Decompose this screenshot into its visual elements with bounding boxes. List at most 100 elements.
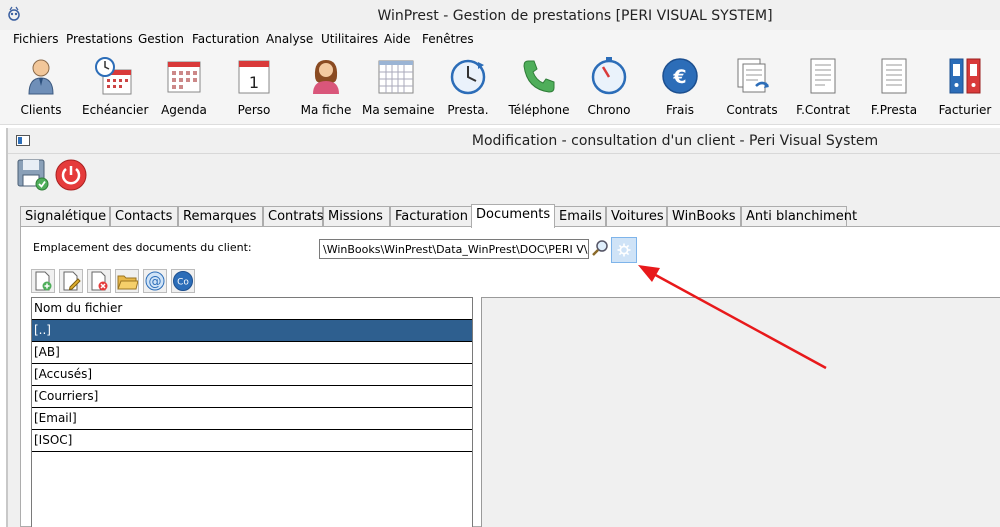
agenda-calendar-icon bbox=[167, 61, 201, 93]
co-badge-icon: Co bbox=[173, 271, 193, 291]
toolbar-echeancier-button[interactable]: Echéancier bbox=[82, 53, 149, 121]
tab-voitures[interactable]: Voitures bbox=[606, 206, 667, 227]
toolbar-f-contrat-button[interactable]: F.Contrat bbox=[796, 53, 850, 121]
calendar-clock-icon bbox=[95, 57, 132, 95]
menu-gestion[interactable]: Gestion bbox=[138, 32, 184, 46]
email-button[interactable]: @ bbox=[143, 269, 167, 293]
toolbar-label: Clients bbox=[20, 103, 62, 117]
new-document-button[interactable] bbox=[31, 269, 55, 293]
tab-facturation[interactable]: Facturation bbox=[390, 206, 473, 227]
tab-emails[interactable]: Emails bbox=[554, 206, 606, 227]
toolbar-ma-fiche-button[interactable]: Ma fiche bbox=[300, 53, 352, 121]
toolbar-perso-button[interactable]: 1 Perso bbox=[230, 53, 278, 121]
toolbar-clients-button[interactable]: Clients bbox=[18, 53, 64, 121]
woman-profile-icon bbox=[313, 60, 339, 94]
settings-button[interactable] bbox=[611, 237, 637, 263]
toolbar-label: Agenda bbox=[161, 103, 207, 117]
window-title: WinPrest - Gestion de prestations [PERI … bbox=[377, 8, 773, 24]
tab-anti-blanchiment[interactable]: Anti blanchiment bbox=[741, 206, 857, 227]
toolbar-contrats-button[interactable]: Contrats bbox=[726, 53, 778, 121]
toolbar-chrono-button[interactable]: Chrono bbox=[584, 53, 634, 121]
day-calendar-icon: 1 bbox=[238, 60, 270, 94]
client-window: Modification - consultation d'un client … bbox=[6, 128, 1000, 527]
at-sign-icon: @ bbox=[145, 271, 165, 291]
client-window-title: Modification - consultation d'un client … bbox=[471, 133, 879, 149]
menu-facturation[interactable]: Facturation bbox=[192, 32, 259, 46]
edit-document-button[interactable] bbox=[59, 269, 83, 293]
toolbar-label: Facturier bbox=[938, 103, 992, 117]
toolbar-label: Perso bbox=[237, 103, 271, 117]
tab-remarques[interactable]: Remarques bbox=[178, 206, 263, 227]
binders-icon bbox=[949, 58, 981, 94]
open-folder-button[interactable] bbox=[115, 269, 139, 293]
file-list[interactable]: Nom du fichier [..] [AB] [Accusés] [Cour… bbox=[31, 297, 473, 527]
toolbar-agenda-button[interactable]: Agenda bbox=[160, 53, 208, 121]
invoice-contract-icon bbox=[810, 58, 836, 94]
menu-bar: Fichiers Prestations Gestion Facturation… bbox=[0, 30, 1000, 49]
delete-document-button[interactable] bbox=[87, 269, 111, 293]
contract-documents-icon bbox=[737, 58, 769, 93]
documents-panel: Emplacement des documents du client: \Wi… bbox=[20, 226, 1000, 527]
tab-signaletique[interactable]: Signalétique bbox=[20, 206, 110, 227]
week-calendar-icon bbox=[378, 60, 414, 94]
delete-document-icon bbox=[91, 271, 108, 291]
file-row[interactable]: [AB] bbox=[32, 342, 472, 364]
magnifier-icon[interactable] bbox=[591, 239, 609, 257]
toolbar-label: Presta. bbox=[447, 103, 489, 117]
day-number: 1 bbox=[249, 73, 259, 92]
menu-prestations[interactable]: Prestations bbox=[66, 32, 133, 46]
menu-fichiers[interactable]: Fichiers bbox=[13, 32, 58, 46]
file-row[interactable]: [..] bbox=[32, 320, 472, 342]
window-titlebar: WinPrest - Gestion de prestations [PERI … bbox=[0, 0, 1000, 33]
toolbar-label: Contrats bbox=[726, 103, 778, 117]
toolbar-facturier-button[interactable]: Facturier bbox=[938, 53, 992, 121]
file-row[interactable]: [Courriers] bbox=[32, 386, 472, 408]
toolbar-label: Echéancier bbox=[82, 103, 149, 117]
save-icon[interactable] bbox=[16, 158, 50, 192]
toolbar-label: Frais bbox=[666, 103, 694, 117]
toolbar-label: Chrono bbox=[587, 103, 631, 117]
phone-icon bbox=[523, 60, 555, 93]
menu-analyse[interactable]: Analyse bbox=[266, 32, 313, 46]
svg-text:€: € bbox=[672, 66, 686, 88]
file-row[interactable]: [ISOC] bbox=[32, 430, 472, 452]
toolbar-label: Ma semaine bbox=[362, 103, 435, 117]
main-toolbar: Clients Echéancier Agenda 1 Perso Ma fic… bbox=[0, 49, 1000, 125]
toolbar-label: F.Contrat bbox=[796, 103, 850, 117]
toolbar-f-presta-button[interactable]: F.Presta bbox=[868, 53, 920, 121]
client-person-icon bbox=[28, 59, 54, 95]
svg-text:@: @ bbox=[149, 275, 162, 290]
tab-contacts[interactable]: Contacts bbox=[110, 206, 178, 227]
refresh-clock-icon bbox=[450, 59, 486, 95]
tab-winbooks[interactable]: WinBooks bbox=[667, 206, 741, 227]
file-row[interactable]: [Email] bbox=[32, 408, 472, 430]
document-preview-pane bbox=[481, 297, 1000, 527]
location-label: Emplacement des documents du client: bbox=[33, 241, 252, 254]
stopwatch-icon bbox=[591, 57, 627, 95]
tab-missions[interactable]: Missions bbox=[323, 206, 390, 227]
file-list-header[interactable]: Nom du fichier bbox=[32, 298, 472, 320]
gear-icon bbox=[617, 243, 631, 257]
toolbar-frais-button[interactable]: € Frais bbox=[656, 53, 704, 121]
invoice-service-icon bbox=[881, 58, 907, 94]
toolbar-label: F.Presta bbox=[870, 103, 918, 117]
menu-aide[interactable]: Aide bbox=[384, 32, 411, 46]
power-close-icon[interactable] bbox=[54, 158, 88, 192]
toolbar-telephone-button[interactable]: Téléphone bbox=[508, 53, 570, 121]
co-button[interactable]: Co bbox=[171, 269, 195, 293]
tab-documents[interactable]: Documents bbox=[471, 204, 555, 228]
toolbar-label: Téléphone bbox=[508, 103, 570, 117]
menu-fenetres[interactable]: Fenêtres bbox=[422, 32, 474, 46]
client-window-titlebar: Modification - consultation d'un client … bbox=[8, 128, 1000, 154]
new-document-icon bbox=[35, 271, 52, 291]
menu-utilitaires[interactable]: Utilitaires bbox=[321, 32, 378, 46]
tab-contrats[interactable]: Contrats bbox=[263, 206, 324, 227]
toolbar-ma-semaine-button[interactable]: Ma semaine bbox=[362, 53, 435, 121]
svg-text:Co: Co bbox=[177, 278, 189, 288]
location-input[interactable]: \WinBooks\WinPrest\Data_WinPrest\DOC\PER… bbox=[319, 239, 589, 259]
toolbar-label: Ma fiche bbox=[300, 103, 352, 117]
file-row[interactable]: [Accusés] bbox=[32, 364, 472, 386]
toolbar-presta-button[interactable]: Presta. bbox=[444, 53, 492, 121]
euro-coin-icon: € bbox=[662, 58, 698, 94]
edit-document-icon bbox=[63, 271, 81, 291]
